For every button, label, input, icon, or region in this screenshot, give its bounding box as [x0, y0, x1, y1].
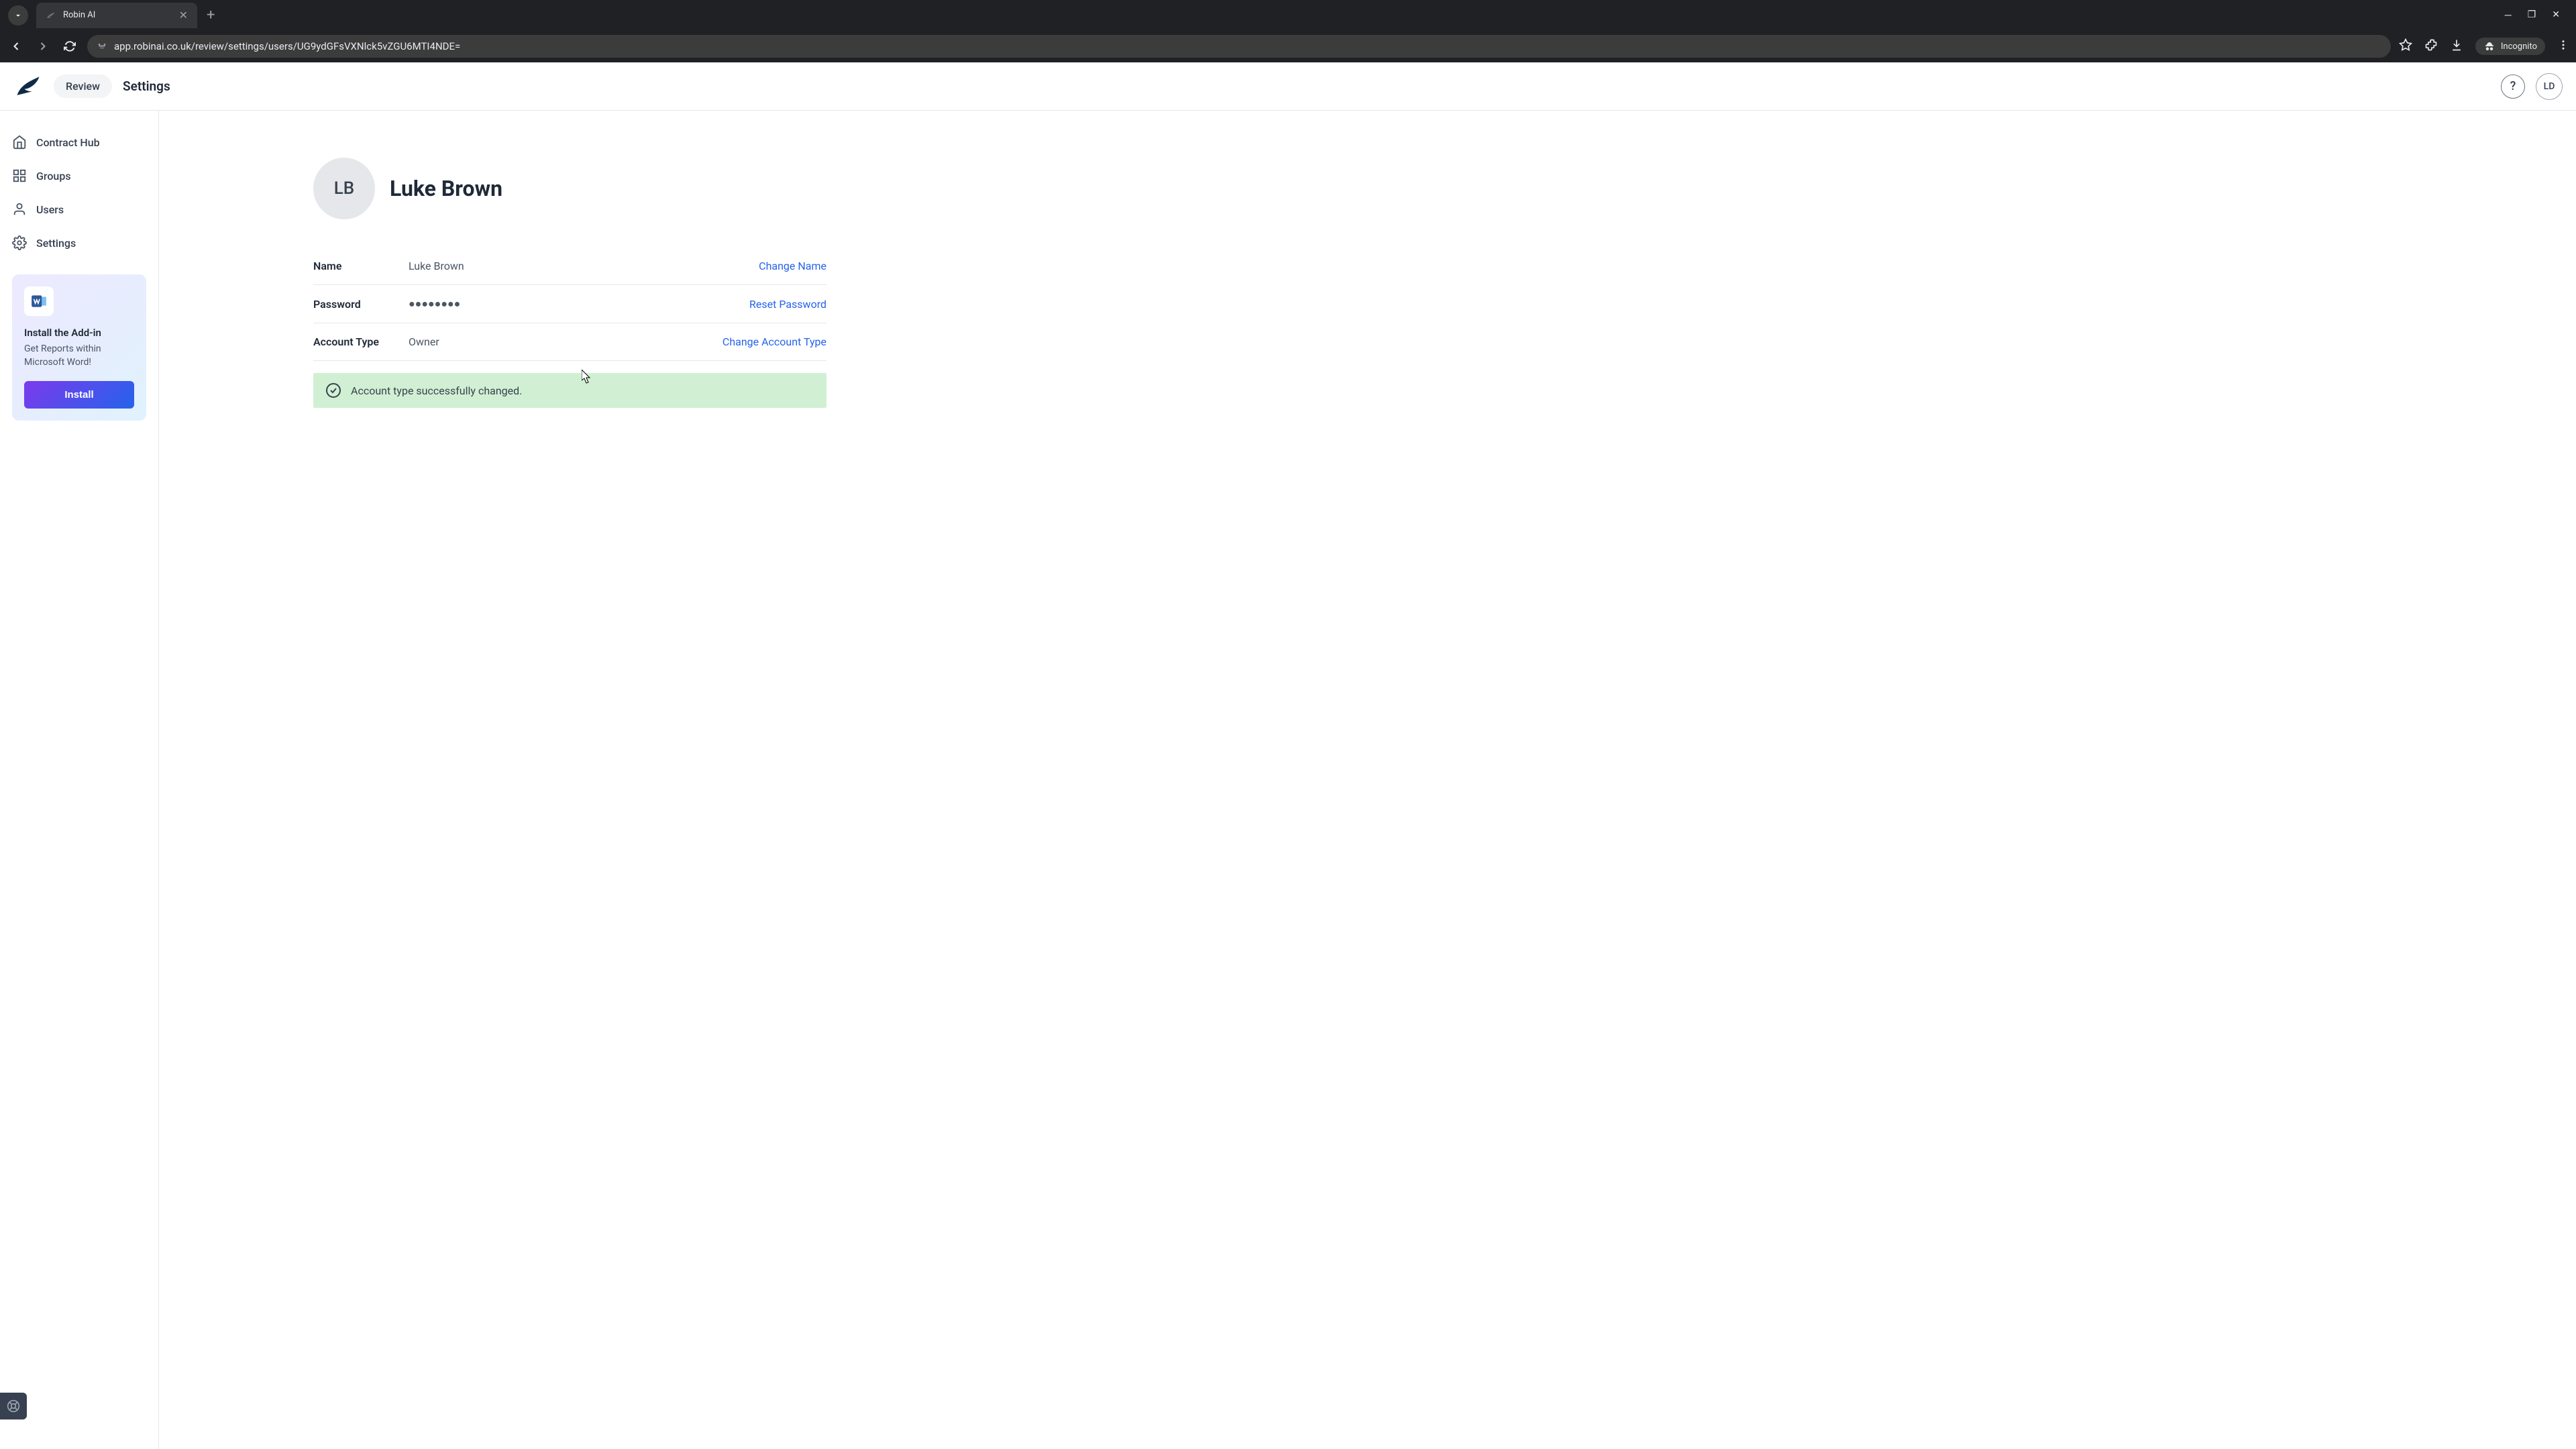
support-widget-button[interactable]: [0, 1393, 27, 1419]
sidebar-item-settings[interactable]: Settings: [12, 235, 146, 250]
tab-close-icon[interactable]: ✕: [179, 9, 188, 21]
incognito-label: Incognito: [2501, 42, 2537, 52]
browser-chrome: Robin AI ✕ + ─ ❐ ✕ app.robinai.co.uk/rev…: [0, 0, 2576, 62]
user-settings-list: Name Luke Brown Change Name Password ●●●…: [313, 248, 826, 361]
browser-toolbar: app.robinai.co.uk/review/settings/users/…: [0, 30, 2576, 62]
gear-icon: [12, 235, 27, 250]
sidebar-item-label: Settings: [36, 237, 76, 250]
forward-button[interactable]: [34, 37, 52, 56]
settings-row-name: Name Luke Brown Change Name: [313, 248, 826, 285]
review-nav-pill[interactable]: Review: [54, 74, 112, 98]
site-settings-icon[interactable]: [97, 41, 107, 52]
sidebar-item-label: Contract Hub: [36, 136, 100, 149]
url-text: app.robinai.co.uk/review/settings/users/…: [114, 40, 460, 52]
grid-icon: [12, 168, 27, 183]
sidebar-item-label: Users: [36, 203, 64, 216]
tab-strip: Robin AI ✕ + ─ ❐ ✕: [0, 0, 2576, 30]
bookmark-icon[interactable]: [2399, 38, 2412, 54]
reset-password-link[interactable]: Reset Password: [749, 298, 826, 311]
browser-menu-icon[interactable]: [2557, 39, 2569, 54]
url-bar[interactable]: app.robinai.co.uk/review/settings/users/…: [87, 35, 2391, 58]
incognito-icon: [2483, 40, 2496, 52]
tab-favicon-icon: [46, 10, 56, 21]
tab-search-button[interactable]: [8, 5, 28, 25]
change-account-type-link[interactable]: Change Account Type: [722, 335, 826, 348]
tab-title: Robin AI: [63, 10, 172, 20]
user-display-name: Luke Brown: [390, 176, 502, 201]
promo-description: Get Reports within Microsoft Word!: [24, 343, 134, 369]
browser-tab[interactable]: Robin AI ✕: [36, 3, 197, 28]
addin-promo-card: Install the Add-in Get Reports within Mi…: [12, 274, 146, 421]
row-label: Password: [313, 298, 409, 311]
row-value: ●●●●●●●●: [409, 297, 749, 311]
users-icon: [12, 202, 27, 217]
lifebuoy-icon: [7, 1399, 20, 1413]
row-label: Name: [313, 260, 409, 272]
window-controls: ─ ❐ ✕: [2505, 9, 2571, 21]
settings-row-password: Password ●●●●●●●● Reset Password: [313, 285, 826, 323]
app-header: Review Settings ? LD: [0, 62, 2576, 111]
sidebar-item-groups[interactable]: Groups: [12, 168, 146, 183]
install-button[interactable]: Install: [24, 381, 134, 409]
promo-title: Install the Add-in: [24, 327, 134, 339]
help-button[interactable]: ?: [2501, 74, 2525, 99]
success-banner: Account type successfully changed.: [313, 373, 826, 408]
sidebar: Contract Hub Groups Users Settings Insta…: [0, 111, 159, 1449]
new-tab-button[interactable]: +: [207, 7, 215, 23]
app-logo-icon[interactable]: [13, 72, 43, 101]
minimize-icon[interactable]: ─: [2505, 9, 2512, 21]
close-icon[interactable]: ✕: [2552, 9, 2560, 21]
back-button[interactable]: [7, 37, 25, 56]
word-icon: [30, 292, 48, 310]
success-message: Account type successfully changed.: [351, 384, 522, 397]
sidebar-item-users[interactable]: Users: [12, 202, 146, 217]
check-circle-icon: [325, 382, 341, 398]
settings-row-account-type: Account Type Owner Change Account Type: [313, 323, 826, 361]
downloads-icon[interactable]: [2450, 38, 2463, 54]
user-header: LB Luke Brown: [313, 158, 826, 219]
row-value: Owner: [409, 335, 722, 348]
current-user-avatar[interactable]: LD: [2536, 73, 2563, 100]
incognito-badge[interactable]: Incognito: [2475, 38, 2545, 55]
change-name-link[interactable]: Change Name: [759, 260, 826, 272]
question-icon: ?: [2510, 79, 2516, 93]
reload-button[interactable]: [60, 37, 79, 56]
sidebar-item-label: Groups: [36, 170, 71, 182]
row-value: Luke Brown: [409, 260, 759, 272]
sidebar-item-contract-hub[interactable]: Contract Hub: [12, 135, 146, 150]
user-avatar: LB: [313, 158, 375, 219]
page-title: Settings: [123, 78, 170, 94]
maximize-icon[interactable]: ❐: [2528, 9, 2536, 21]
promo-icon-wrap: [24, 286, 54, 316]
main-content: LB Luke Brown Name Luke Brown Change Nam…: [159, 111, 2576, 1449]
extensions-icon[interactable]: [2424, 38, 2438, 54]
home-icon: [12, 135, 27, 150]
row-label: Account Type: [313, 335, 409, 348]
